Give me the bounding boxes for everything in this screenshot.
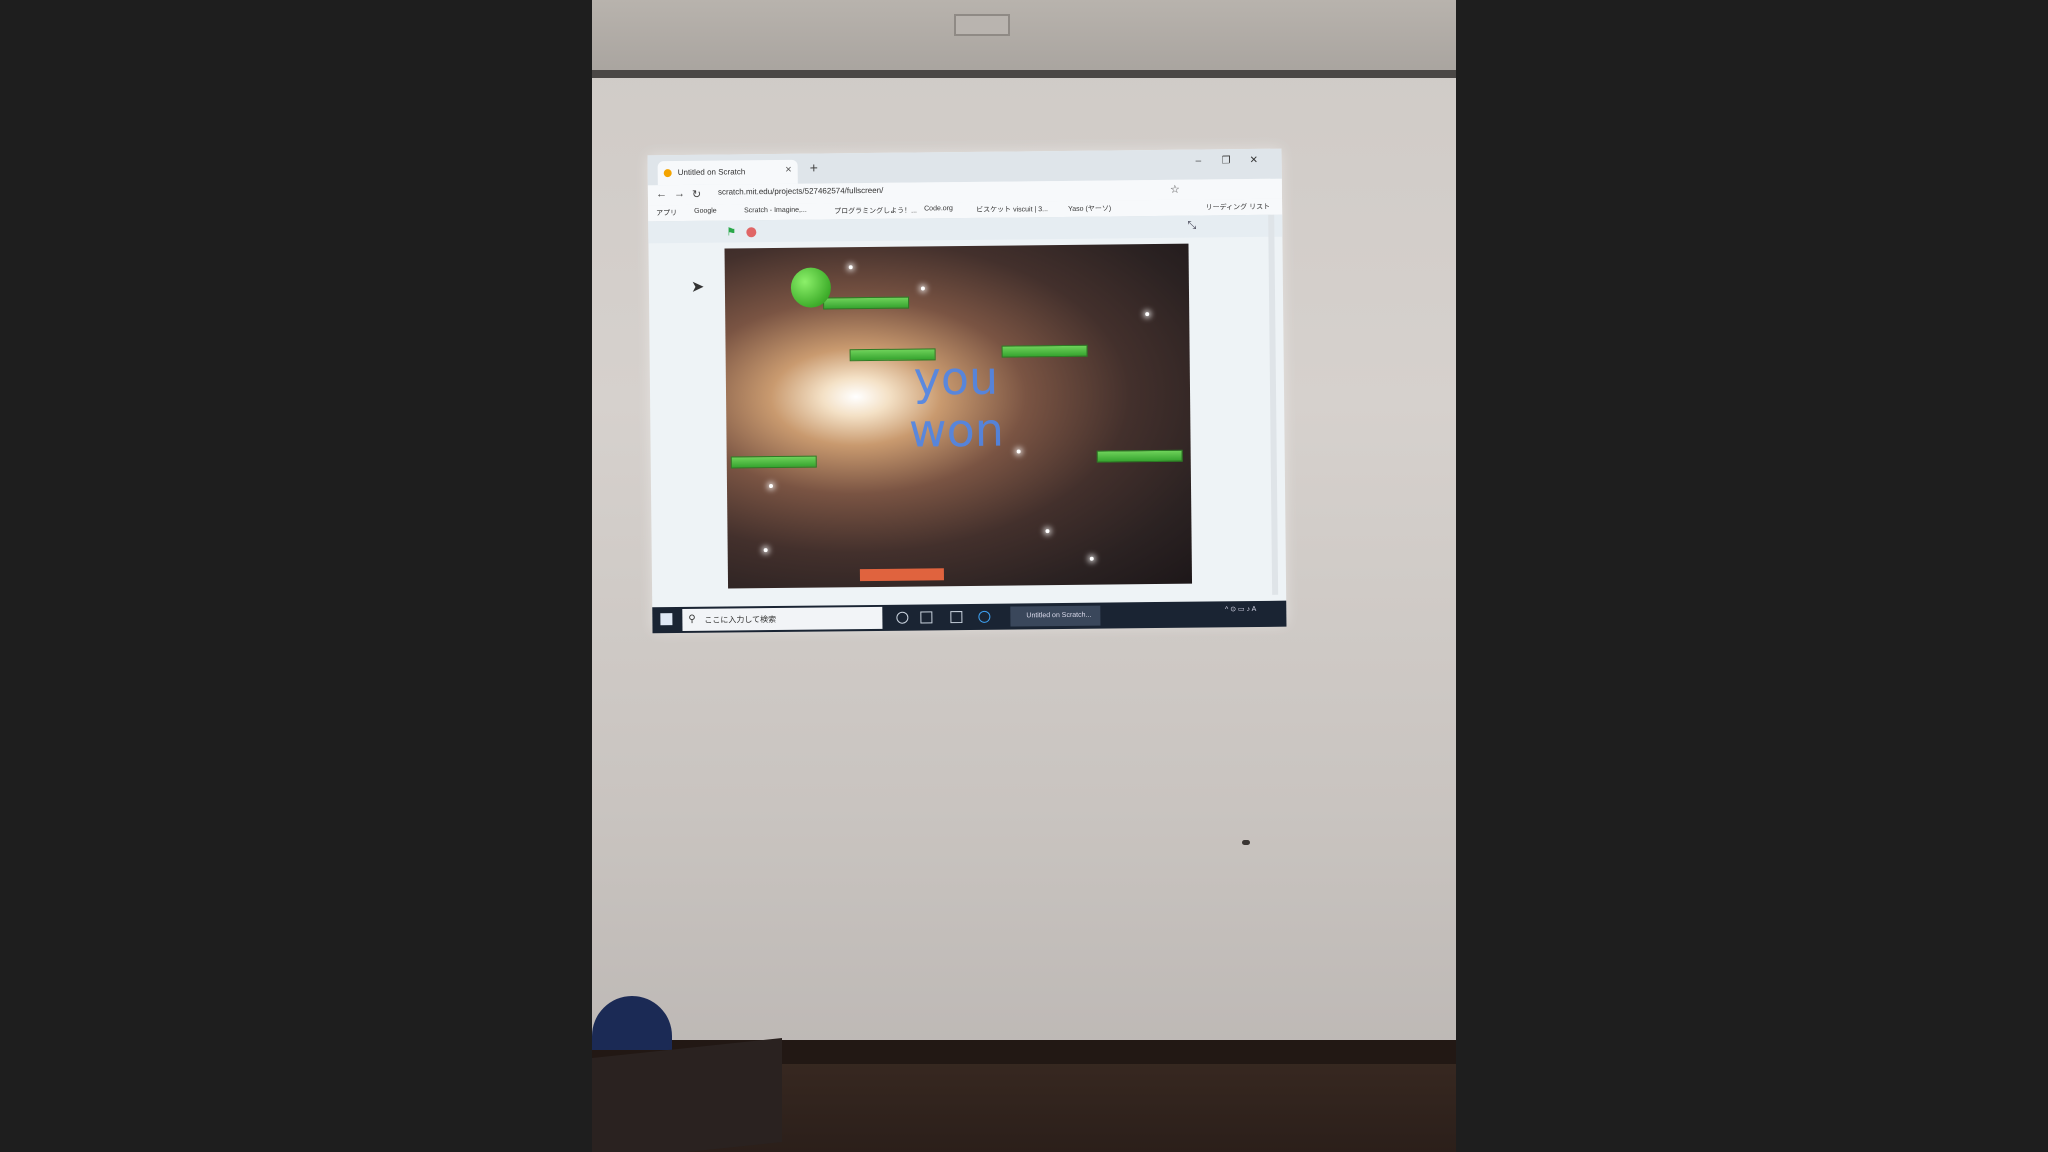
bookmark-apps[interactable]: アプリ xyxy=(656,208,677,218)
star xyxy=(1045,529,1050,534)
taskbar-app-label: Untitled on Scratch... xyxy=(1026,611,1092,620)
mouse-cursor-icon: ➤ xyxy=(690,278,705,296)
star xyxy=(848,265,853,270)
letterbox-left xyxy=(0,0,592,1152)
scratch-favicon-icon xyxy=(663,169,672,178)
green-flag-icon[interactable]: ⚑ xyxy=(726,225,736,238)
taskbar-search[interactable]: ⚲ ここに入力して検索 xyxy=(682,606,883,631)
bookmark-yaso[interactable]: Yaso (ヤーソ) xyxy=(1068,203,1111,213)
green-platform xyxy=(1096,449,1183,463)
reload-icon[interactable]: ↻ xyxy=(692,188,701,201)
forward-icon[interactable]: → xyxy=(674,188,685,200)
reading-list[interactable]: リーディング リスト xyxy=(1206,202,1271,213)
close-window-button[interactable]: ✕ xyxy=(1250,155,1259,166)
star xyxy=(1089,556,1094,561)
windows-start-icon[interactable] xyxy=(660,613,673,626)
browser-tab[interactable]: Untitled on Scratch × xyxy=(657,159,798,186)
back-icon[interactable]: ← xyxy=(656,188,667,200)
ceiling xyxy=(592,0,1456,78)
orange-paddle xyxy=(859,568,944,582)
projected-screen: Untitled on Scratch × + – ❐ ✕ ← → ↻ scra… xyxy=(647,148,1287,634)
bookmark-scratch[interactable]: Scratch - Imagine,... xyxy=(744,207,807,215)
classroom-wall: Untitled on Scratch × + – ❐ ✕ ← → ↻ scra… xyxy=(592,0,1456,1152)
tab-title: Untitled on Scratch xyxy=(677,167,746,178)
star xyxy=(1145,312,1150,317)
fullscreen-exit-icon[interactable]: ⤡ xyxy=(1187,220,1196,233)
star xyxy=(920,286,925,291)
edge-icon[interactable] xyxy=(978,610,991,623)
system-tray[interactable]: ^ ⊙ ▭ ♪ A xyxy=(1225,605,1256,613)
you-won-message: you won xyxy=(908,350,1005,458)
bookmark-code-org[interactable]: Code.org xyxy=(924,205,953,212)
desk xyxy=(592,1038,782,1152)
windows-taskbar: ⚲ ここに入力して検索 Untitled on Scratch... ^ ⊙ ▭… xyxy=(652,600,1287,634)
search-icon: ⚲ xyxy=(688,613,696,625)
file-explorer-icon[interactable] xyxy=(950,611,963,624)
bookmark-google[interactable]: Google xyxy=(694,208,717,215)
restore-button[interactable]: ❐ xyxy=(1222,155,1231,166)
star xyxy=(763,548,768,553)
green-ball xyxy=(790,267,832,308)
bookmark-star-icon[interactable]: ☆ xyxy=(1170,183,1180,196)
chair xyxy=(592,996,672,1050)
taskbar-chrome-window[interactable]: Untitled on Scratch... xyxy=(1010,605,1101,627)
search-placeholder: ここに入力して検索 xyxy=(704,615,777,625)
tab-close-icon[interactable]: × xyxy=(785,164,792,176)
scratch-stage[interactable]: you won xyxy=(724,243,1193,589)
wall-mark xyxy=(1242,840,1250,845)
url-field[interactable]: scratch.mit.edu/projects/527462574/fulls… xyxy=(718,186,884,197)
letterbox-right xyxy=(1456,0,2048,1152)
cortana-icon[interactable] xyxy=(896,611,909,624)
new-tab-button[interactable]: + xyxy=(810,160,818,176)
star xyxy=(768,484,774,489)
page-scrollbar[interactable] xyxy=(1268,214,1279,595)
task-view-icon[interactable] xyxy=(920,611,933,624)
ceiling-sign xyxy=(954,14,1010,36)
bookmark-viscuit[interactable]: ビスケット viscuit | 3... xyxy=(976,204,1048,215)
stop-icon[interactable] xyxy=(746,227,757,238)
minimize-button[interactable]: – xyxy=(1196,156,1202,167)
bookmark-programming[interactable]: プログラミングしよう！... xyxy=(834,206,917,217)
green-platform xyxy=(730,455,817,469)
green-platform xyxy=(823,296,910,310)
screen-rail xyxy=(592,70,1456,78)
